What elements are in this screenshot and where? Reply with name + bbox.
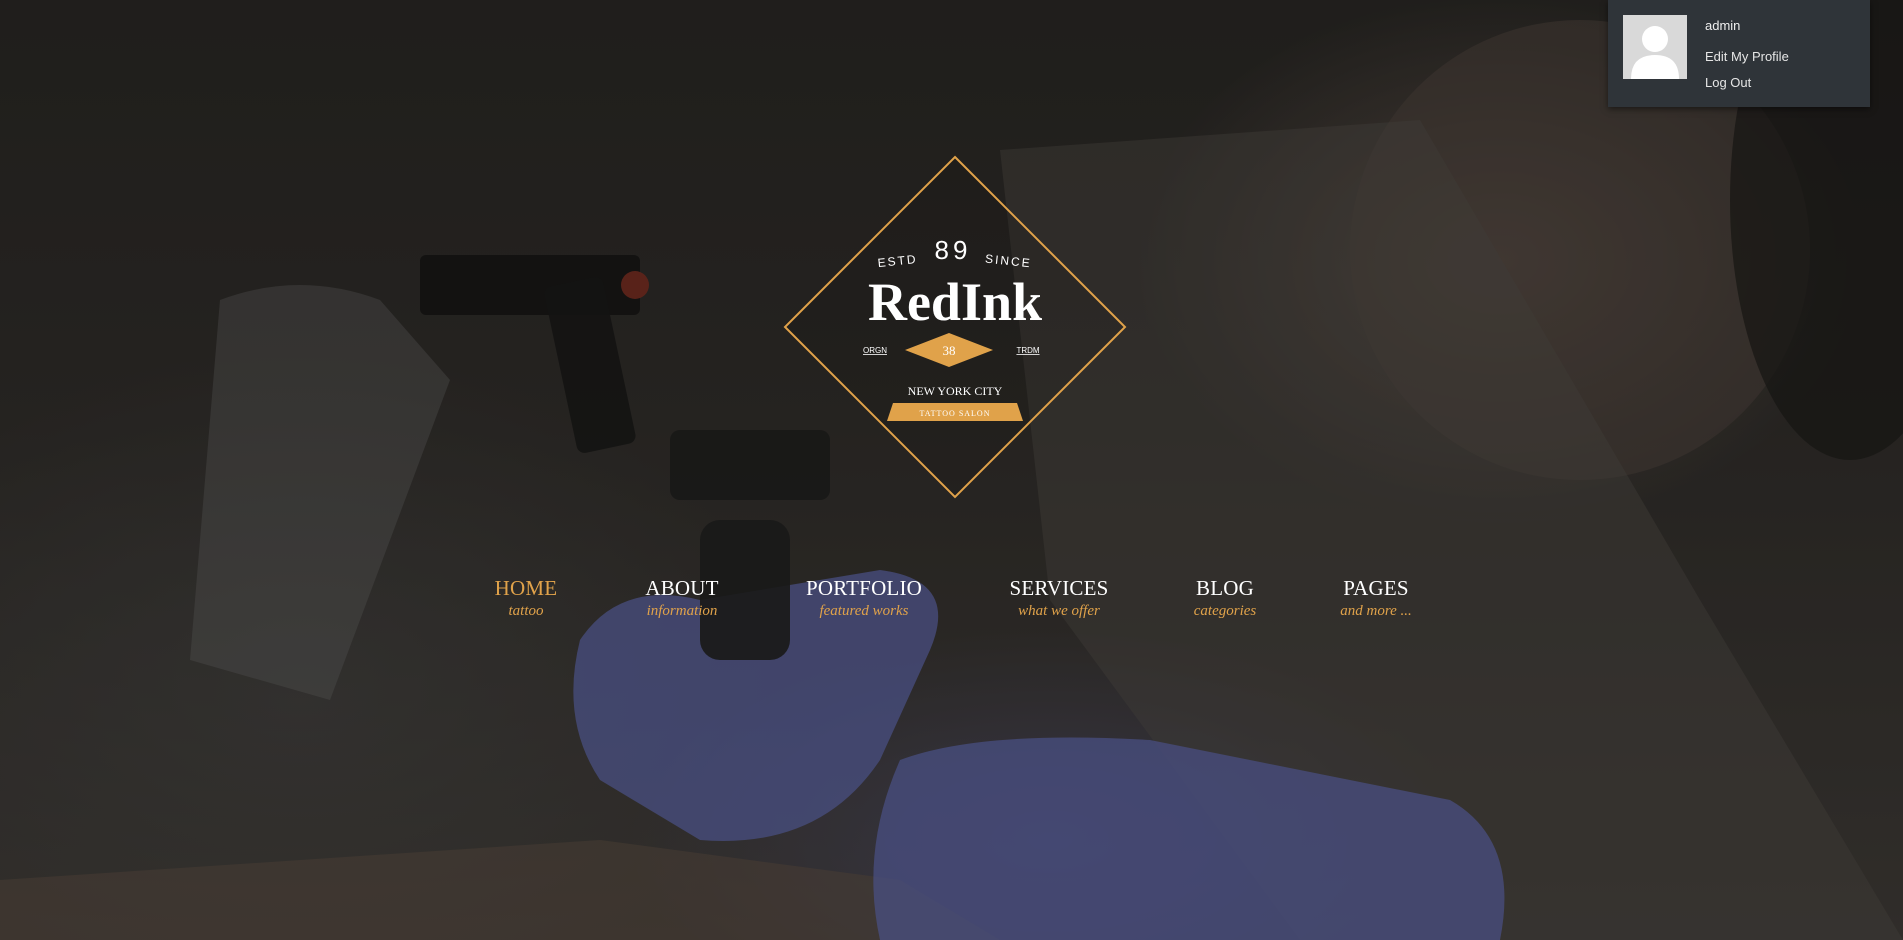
logo-city-text: NEW YORK CITY: [908, 384, 1003, 398]
nav-label: SERVICES: [1009, 576, 1109, 600]
nav-item-home[interactable]: HOME tattoo: [495, 576, 558, 620]
nav-sublabel: featured works: [819, 603, 909, 619]
nav-label: PAGES: [1343, 576, 1409, 600]
edit-profile-link[interactable]: Edit My Profile: [1705, 49, 1789, 64]
log-out-link[interactable]: Log Out: [1705, 75, 1751, 90]
logo-ribbon-text: TATTOO SALON: [920, 409, 991, 418]
nav-item-pages[interactable]: PAGES and more ...: [1340, 576, 1412, 620]
nav-item-services[interactable]: SERVICES what we offer: [1009, 576, 1108, 620]
nav-item-about[interactable]: ABOUT information: [645, 576, 718, 620]
main-navigation: HOME tattoo ABOUT information PORTFOLIO …: [0, 576, 1903, 636]
logo-right-tag: TRDM: [1016, 346, 1039, 355]
logo-left-tag: ORGN: [863, 346, 887, 355]
nav-sublabel: tattoo: [508, 603, 544, 619]
nav-label: PORTFOLIO: [805, 576, 923, 600]
nav-sublabel: and more ...: [1340, 603, 1412, 619]
nav-sublabel: what we offer: [1018, 603, 1100, 619]
admin-username[interactable]: admin: [1705, 18, 1740, 33]
user-silhouette-icon[interactable]: [1623, 15, 1687, 79]
logo-year-text: 89: [935, 235, 972, 265]
redink-logo[interactable]: ESTD 89 SINCE RedInk ORGN TRDM 38 NEW YO…: [783, 155, 1127, 499]
nav-label: BLOG: [1196, 576, 1254, 600]
nav-item-portfolio[interactable]: PORTFOLIO featured works: [806, 576, 922, 620]
hero-section: admin Edit My Profile Log Out ESTD 89 SI…: [0, 0, 1903, 940]
nav-item-blog[interactable]: BLOG categories: [1194, 576, 1256, 620]
nav-label: ABOUT: [645, 576, 719, 600]
nav-sublabel: categories: [1193, 603, 1257, 619]
nav-label: HOME: [494, 576, 558, 600]
logo-badge-number: 38: [943, 343, 956, 358]
logo-brand-text: RedInk: [868, 272, 1042, 332]
nav-sublabel: information: [646, 603, 718, 619]
admin-account-menu: admin Edit My Profile Log Out: [1608, 0, 1870, 107]
